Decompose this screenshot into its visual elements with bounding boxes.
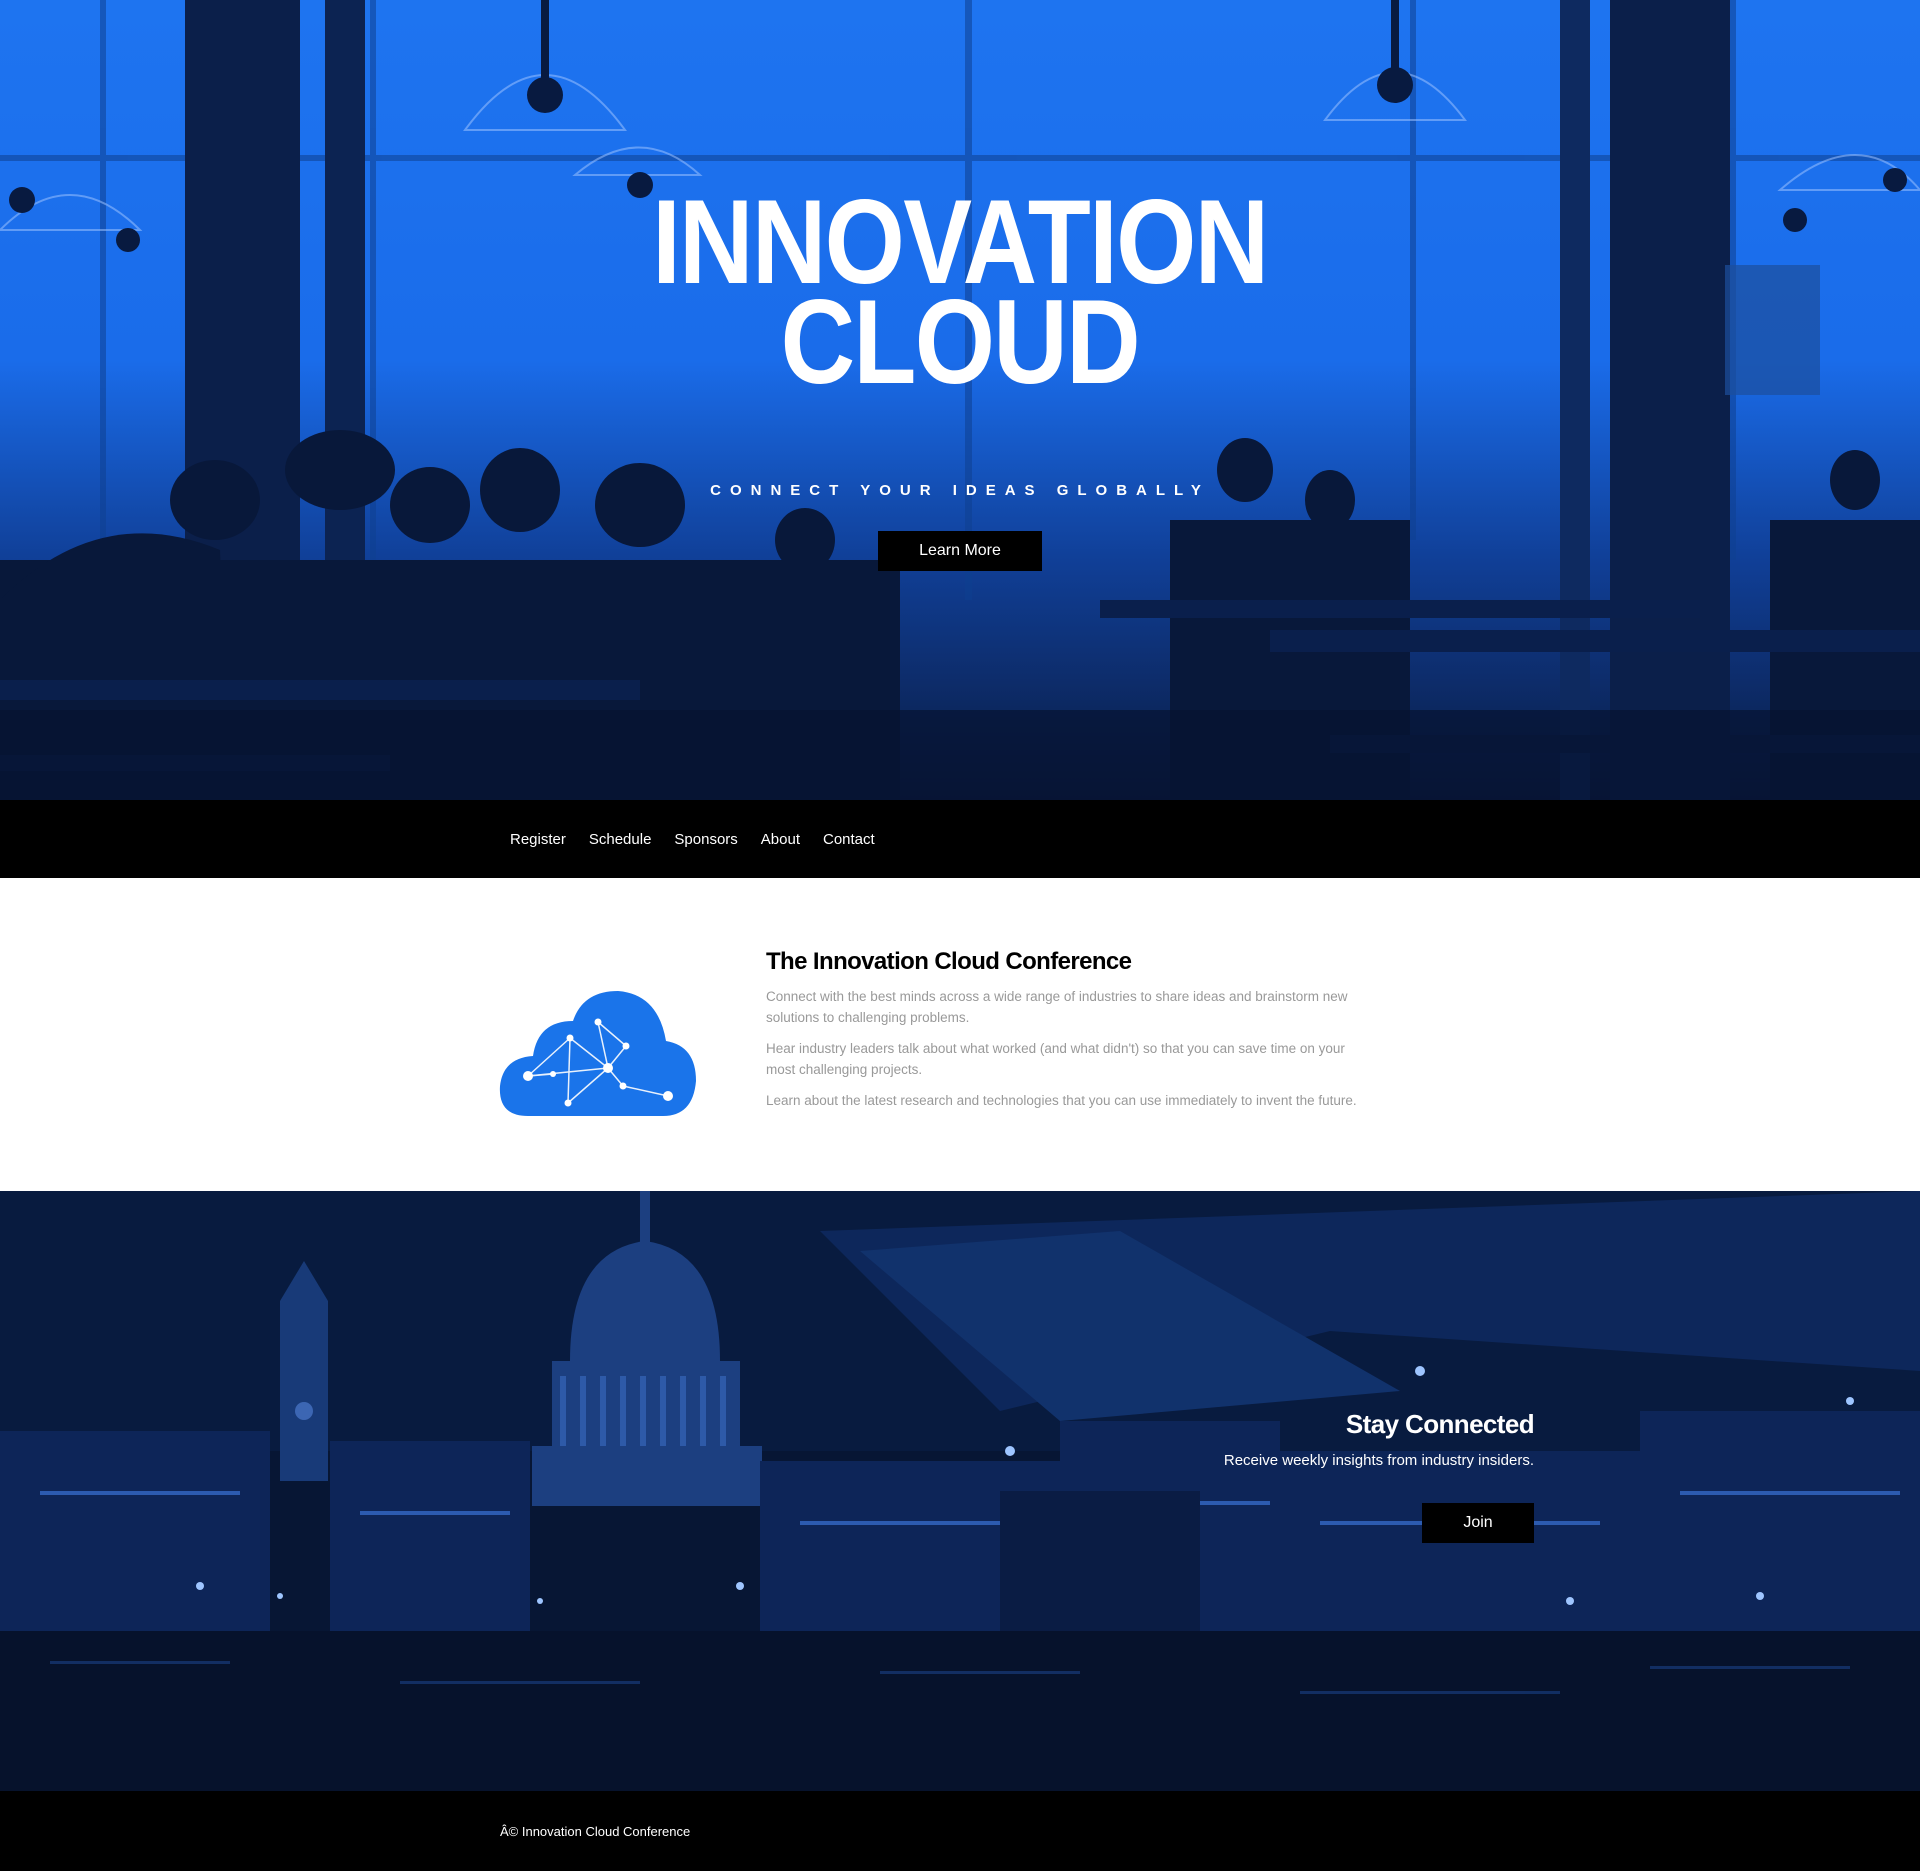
about-text: The Innovation Cloud Conference Connect … bbox=[766, 948, 1366, 1121]
hero-section: INNOVATION CLOUD CONNECT YOUR IDEAS GLOB… bbox=[0, 0, 1920, 800]
about-title: The Innovation Cloud Conference bbox=[766, 948, 1132, 975]
nav-item-contact[interactable]: Contact bbox=[823, 831, 875, 848]
city-background-image bbox=[0, 1191, 1920, 1791]
join-button[interactable]: Join bbox=[1422, 1503, 1534, 1543]
nav-item-register[interactable]: Register bbox=[510, 831, 566, 848]
nav-item-schedule[interactable]: Schedule bbox=[589, 831, 652, 848]
hero-title: INNOVATION CLOUD bbox=[652, 182, 1269, 402]
hero-subtitle: CONNECT YOUR IDEAS GLOBALLY bbox=[710, 482, 1210, 499]
main-nav: Register Schedule Sponsors About Contact bbox=[0, 800, 1920, 878]
nav-item-about[interactable]: About bbox=[761, 831, 800, 848]
about-paragraph: Hear industry leaders talk about what wo… bbox=[766, 1041, 1345, 1077]
learn-more-button[interactable]: Learn More bbox=[878, 531, 1042, 571]
stay-connected-title: Stay Connected bbox=[1345, 1409, 1535, 1439]
stay-connected-panel: Stay Connected Receive weekly insights f… bbox=[1223, 1409, 1535, 1543]
about-section: The Innovation Cloud Conference Connect … bbox=[0, 878, 1920, 1191]
nav-item-sponsors[interactable]: Sponsors bbox=[674, 831, 737, 848]
about-paragraph: Connect with the best minds across a wid… bbox=[766, 989, 1348, 1025]
stay-connected-section: Stay Connected Receive weekly insights f… bbox=[0, 1191, 1920, 1791]
about-paragraph: Learn about the latest research and tech… bbox=[766, 1093, 1357, 1108]
footer-copyright: Â© Innovation Cloud Conference bbox=[500, 1823, 691, 1839]
footer: Â© Innovation Cloud Conference bbox=[0, 1791, 1920, 1871]
cloud-network-icon bbox=[498, 986, 698, 1121]
stay-connected-subtitle: Receive weekly insights from industry in… bbox=[1223, 1452, 1534, 1469]
